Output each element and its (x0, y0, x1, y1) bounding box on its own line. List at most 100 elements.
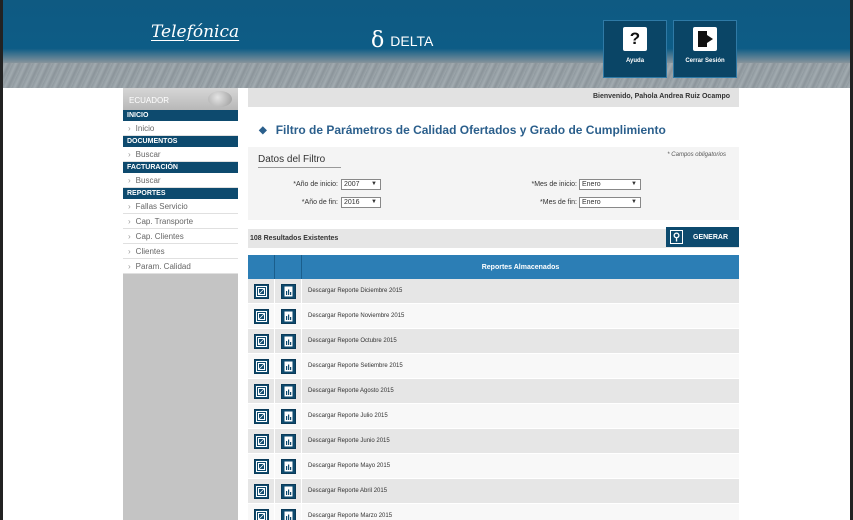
pdf-icon[interactable] (253, 358, 269, 374)
download-report-link[interactable]: Descargar Reporte Marzo 2015 (302, 504, 739, 520)
sidebar-item-inicio[interactable]: › Inicio (123, 121, 238, 136)
end-year-label: *Año de fin: (301, 199, 338, 206)
excel-cell (275, 329, 302, 353)
page: Telefónica δ DELTA ? Ayuda Cerrar Sesión… (0, 0, 853, 520)
pdf-icon[interactable] (253, 283, 269, 299)
generate-button[interactable]: ⚲ GENERAR (666, 227, 739, 247)
pdf-icon[interactable] (253, 433, 269, 449)
chevron-down-icon: ▼ (371, 199, 377, 205)
table-row: Descargar Reporte Agosto 2015 (248, 379, 739, 404)
excel-icon[interactable] (280, 458, 296, 474)
app-header: Telefónica δ DELTA ? Ayuda Cerrar Sesión (3, 0, 850, 88)
pdf-cell (248, 329, 275, 353)
pdf-icon[interactable] (253, 308, 269, 324)
download-report-link[interactable]: Descargar Reporte Diciembre 2015 (302, 279, 739, 303)
help-button[interactable]: ? Ayuda (603, 20, 667, 78)
pdf-cell (248, 304, 275, 328)
sidebar-item-label: Param. Calidad (135, 262, 191, 271)
help-button-label: Ayuda (625, 58, 645, 64)
app-logo: δ DELTA (371, 30, 433, 52)
filter-panel: Datos del Filtro * Campos obligatorios *… (248, 147, 739, 220)
download-report-link[interactable]: Descargar Reporte Noviembre 2015 (302, 304, 739, 328)
logout-button-label: Cerrar Sesión (685, 58, 725, 64)
excel-cell (275, 304, 302, 328)
sidebar-item-facturacion-buscar[interactable]: › Buscar (123, 173, 238, 188)
download-report-link[interactable]: Descargar Reporte Junio 2015 (302, 429, 739, 453)
end-month-select[interactable]: Enero ▼ (579, 197, 641, 208)
chevron-right-icon: › (128, 217, 131, 226)
sidebar-item-cap-clientes[interactable]: › Cap. Clientes (123, 229, 238, 244)
excel-icon[interactable] (280, 333, 296, 349)
excel-icon[interactable] (280, 358, 296, 374)
sidebar-item-clientes[interactable]: › Clientes (123, 244, 238, 259)
excel-icon[interactable] (280, 433, 296, 449)
excel-cell (275, 354, 302, 378)
page-title: ◆ Filtro de Parámetros de Calidad Oferta… (259, 123, 739, 137)
app-name: DELTA (390, 33, 434, 49)
pdf-icon[interactable] (253, 483, 269, 499)
start-month-label: *Mes de inicio: (531, 181, 577, 188)
table-row: Descargar Reporte Mayo 2015 (248, 454, 739, 479)
start-month-select[interactable]: Enero ▼ (579, 179, 641, 190)
download-report-link[interactable]: Descargar Reporte Octubre 2015 (302, 329, 739, 353)
sidebar-item-param-calidad[interactable]: › Param. Calidad (123, 259, 238, 274)
end-month-value: Enero (582, 199, 601, 206)
sidebar-item-documentos-buscar[interactable]: › Buscar (123, 147, 238, 162)
start-year-label: *Año de inicio: (293, 181, 338, 188)
chevron-right-icon: › (128, 262, 131, 271)
sidebar: ECUADOR INICIO › Inicio DOCUMENTOS › Busca… (123, 88, 238, 520)
sidebar-item-fallas-servicio[interactable]: › Fallas Servicio (123, 199, 238, 214)
pdf-icon[interactable] (253, 508, 269, 520)
start-year-value: 2007 (344, 181, 360, 188)
sidebar-section-documentos: DOCUMENTOS (123, 136, 238, 147)
sidebar-section-reportes: REPORTES (123, 188, 238, 199)
excel-cell (275, 404, 302, 428)
sidebar-section-inicio: INICIO (123, 110, 238, 121)
sidebar-item-cap-transporte[interactable]: › Cap. Transporte (123, 214, 238, 229)
table-row: Descargar Reporte Octubre 2015 (248, 329, 739, 354)
pdf-icon[interactable] (253, 408, 269, 424)
pdf-cell (248, 279, 275, 303)
table-header-title: Reportes Almacenados (481, 264, 560, 271)
pdf-cell (248, 379, 275, 403)
globe-icon (208, 91, 232, 107)
logout-button[interactable]: Cerrar Sesión (673, 20, 737, 78)
chevron-right-icon: › (128, 247, 131, 256)
pdf-icon[interactable] (253, 383, 269, 399)
excel-icon[interactable] (280, 408, 296, 424)
end-year-select[interactable]: 2016 ▼ (341, 197, 381, 208)
welcome-bar: Bienvenido, Pahola Andrea Ruiz Ocampo (248, 88, 739, 107)
excel-icon[interactable] (280, 383, 296, 399)
download-report-link[interactable]: Descargar Reporte Abril 2015 (302, 479, 739, 503)
table-row: Descargar Reporte Noviembre 2015 (248, 304, 739, 329)
telefonica-logo[interactable]: Telefónica (151, 22, 239, 42)
chevron-right-icon: › (128, 232, 131, 241)
excel-icon[interactable] (280, 283, 296, 299)
sidebar-item-label: Fallas Servicio (135, 202, 188, 211)
excel-icon[interactable] (280, 508, 296, 520)
pdf-cell (248, 479, 275, 503)
pdf-icon[interactable] (253, 458, 269, 474)
download-report-link[interactable]: Descargar Reporte Mayo 2015 (302, 454, 739, 478)
excel-icon[interactable] (280, 308, 296, 324)
pdf-cell (248, 429, 275, 453)
download-report-link[interactable]: Descargar Reporte Setiembre 2015 (302, 354, 739, 378)
start-year-select[interactable]: 2007 ▼ (341, 179, 381, 190)
download-report-link[interactable]: Descargar Reporte Julio 2015 (302, 404, 739, 428)
excel-cell (275, 504, 302, 520)
pdf-cell (248, 504, 275, 520)
sidebar-item-label: Cap. Clientes (135, 232, 184, 241)
logout-icon (693, 27, 717, 51)
excel-cell (275, 479, 302, 503)
chevron-down-icon: ▼ (631, 181, 637, 187)
main-content: Bienvenido, Pahola Andrea Ruiz Ocampo ◆ … (248, 88, 739, 520)
pdf-icon[interactable] (253, 333, 269, 349)
sidebar-item-label: Cap. Transporte (135, 217, 194, 226)
sidebar-item-label: Buscar (135, 150, 161, 159)
reports-table: Reportes Almacenados Descargar Reporte D… (248, 255, 739, 520)
country-bar: ECUADOR (123, 88, 238, 110)
search-icon: ⚲ (670, 230, 683, 244)
excel-icon[interactable] (280, 483, 296, 499)
pdf-cell (248, 354, 275, 378)
download-report-link[interactable]: Descargar Reporte Agosto 2015 (302, 379, 739, 403)
